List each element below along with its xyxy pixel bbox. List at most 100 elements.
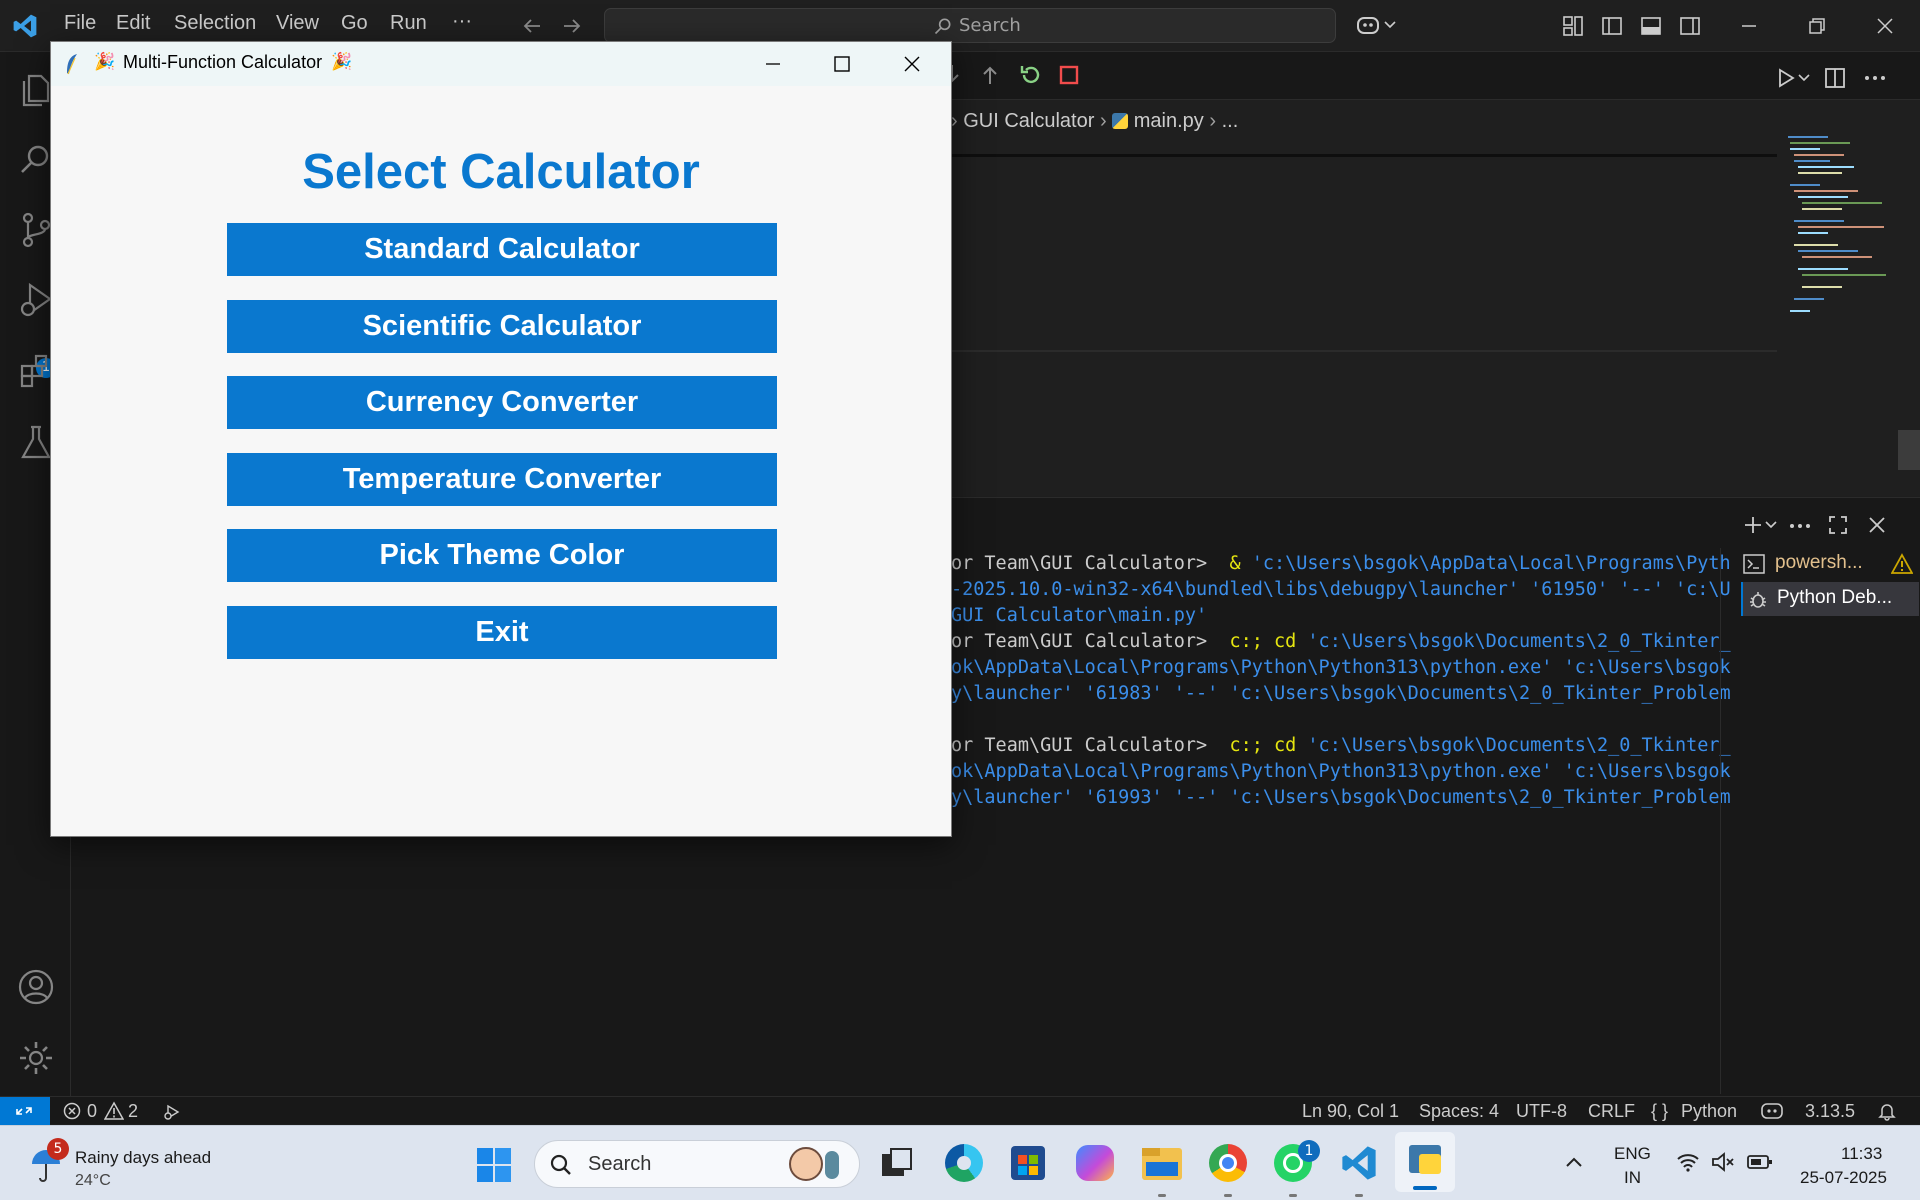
menu-go[interactable]: Go: [341, 12, 368, 35]
breadcrumb-separator-icon: ›: [1099, 110, 1107, 132]
scientific-calculator-button[interactable]: Scientific Calculator: [227, 300, 777, 353]
terminal-segment: &: [1229, 553, 1252, 574]
warning-status-icon[interactable]: [104, 1101, 124, 1121]
microsoft-store-icon[interactable]: [1011, 1146, 1045, 1180]
toggle-secondary-sidebar-icon[interactable]: [1679, 15, 1701, 37]
toggle-panel-icon[interactable]: [1640, 15, 1662, 37]
error-count[interactable]: 0: [87, 1101, 97, 1122]
copilot-status-icon[interactable]: [1760, 1101, 1784, 1121]
braces-icon[interactable]: { }: [1651, 1101, 1668, 1122]
run-python-file-icon[interactable]: [1775, 66, 1797, 90]
editor-scrollbar-thumb[interactable]: [1898, 430, 1920, 470]
menu-more[interactable]: ···: [452, 10, 472, 33]
panel-more-actions-icon[interactable]: [1788, 522, 1812, 530]
warning-count[interactable]: 2: [128, 1101, 138, 1122]
clock-time[interactable]: 11:33: [1841, 1144, 1882, 1164]
settings-gear-icon[interactable]: [14, 1036, 58, 1080]
input-language[interactable]: ENG: [1614, 1144, 1651, 1164]
taskbar-search[interactable]: Search: [534, 1140, 860, 1188]
file-explorer-icon[interactable]: [1142, 1148, 1182, 1180]
weather-widget[interactable]: 5 Rainy days ahead 24°C: [22, 1134, 232, 1194]
terminal-line: y\launcher' '61983' '--' 'c:\Users\bsgok…: [951, 681, 1791, 707]
app-close-icon[interactable]: [902, 54, 922, 74]
breadcrumb-folder[interactable]: GUI Calculator: [963, 110, 1094, 132]
split-editor-icon[interactable]: [1823, 66, 1847, 90]
chrome-browser-icon[interactable]: [1209, 1144, 1247, 1182]
temperature-converter-button[interactable]: Temperature Converter: [227, 453, 777, 506]
menu-file[interactable]: File: [64, 12, 96, 35]
python-version[interactable]: 3.13.5: [1805, 1101, 1855, 1122]
toggle-primary-sidebar-icon[interactable]: [1601, 15, 1623, 37]
windows-start-icon[interactable]: [476, 1147, 512, 1183]
breadcrumb-file[interactable]: main.py: [1134, 110, 1204, 132]
remote-indicator[interactable]: [0, 1097, 50, 1125]
terminal-list-label: Python Deb...: [1777, 587, 1893, 608]
calculator-app-window: 🎉 Multi-Function Calculator 🎉 Select Cal…: [50, 41, 952, 837]
warning-icon: [1891, 553, 1913, 574]
close-panel-icon[interactable]: [1866, 514, 1888, 536]
edge-browser-icon[interactable]: [945, 1144, 983, 1182]
wifi-icon[interactable]: [1676, 1152, 1700, 1172]
python-app-taskbar-button[interactable]: [1395, 1132, 1455, 1192]
menu-selection[interactable]: Selection: [174, 12, 256, 35]
copilot-chevron-icon[interactable]: [1384, 20, 1396, 30]
task-view-icon[interactable]: [880, 1146, 914, 1180]
input-region[interactable]: IN: [1624, 1168, 1641, 1188]
editor-divider: [951, 350, 1777, 352]
copilot-icon[interactable]: [1356, 13, 1384, 39]
breadcrumb-more[interactable]: ...: [1222, 110, 1239, 132]
pick-theme-color-button[interactable]: Pick Theme Color: [227, 529, 777, 582]
run-dropdown-icon[interactable]: [1798, 73, 1810, 83]
clock-date[interactable]: 25-07-2025: [1800, 1168, 1887, 1188]
app-minimize-icon[interactable]: [763, 54, 783, 74]
breadcrumb-separator-icon: ›: [1209, 110, 1217, 132]
accounts-icon[interactable]: [14, 965, 58, 1009]
feather-icon: [67, 54, 77, 75]
editor-more-actions-icon[interactable]: [1863, 74, 1887, 82]
close-icon[interactable]: [1874, 15, 1896, 37]
maximize-panel-icon[interactable]: [1827, 514, 1849, 536]
app-titlebar[interactable]: 🎉 Multi-Function Calculator 🎉: [51, 42, 951, 86]
error-icon[interactable]: [63, 1102, 81, 1120]
search-highlight-icon: [825, 1151, 839, 1179]
restore-icon[interactable]: [1806, 15, 1828, 37]
app-maximize-icon[interactable]: [832, 54, 852, 74]
indentation[interactable]: Spaces: 4: [1419, 1101, 1499, 1122]
menu-run[interactable]: Run: [390, 12, 427, 35]
debug-status-icon[interactable]: [162, 1102, 182, 1122]
terminal-list-item-powershell[interactable]: powersh...: [1741, 548, 1919, 580]
exit-button[interactable]: Exit: [227, 606, 777, 659]
new-terminal-icon[interactable]: [1742, 514, 1764, 536]
encoding[interactable]: UTF-8: [1516, 1101, 1567, 1122]
show-hidden-icons-icon[interactable]: [1564, 1154, 1584, 1170]
language-mode[interactable]: Python: [1681, 1101, 1737, 1122]
terminal-line: GUI Calculator\main.py': [951, 603, 1791, 629]
minimap[interactable]: [1778, 136, 1888, 326]
terminal-line: or Team\GUI Calculator> c:; cd 'c:\Users…: [951, 629, 1791, 655]
debug-stop-icon[interactable]: [1057, 63, 1081, 87]
terminal-segment: y\launcher' '61993' '--' 'c:\Users\bsgok…: [951, 787, 1731, 808]
notifications-bell-icon[interactable]: [1877, 1101, 1897, 1121]
back-arrow-icon[interactable]: [520, 14, 544, 38]
currency-converter-button[interactable]: Currency Converter: [227, 376, 777, 429]
command-center-search[interactable]: Search: [604, 8, 1336, 43]
menu-view[interactable]: View: [276, 12, 319, 35]
minimize-icon[interactable]: [1738, 15, 1760, 37]
customize-layout-icon[interactable]: [1562, 15, 1584, 37]
volume-muted-icon[interactable]: [1710, 1152, 1736, 1172]
terminal-list-item-python-debug[interactable]: Python Deb...: [1741, 582, 1919, 616]
vscode-taskbar-icon[interactable]: [1340, 1144, 1378, 1182]
forward-arrow-icon[interactable]: [560, 14, 584, 38]
debug-restart-icon[interactable]: [1018, 62, 1044, 88]
terminal-line: ok\AppData\Local\Programs\Python\Python3…: [951, 759, 1791, 785]
breadcrumb: › GUI Calculator › main.py › ...: [951, 110, 1238, 134]
terminal-output[interactable]: or Team\GUI Calculator> & 'c:\Users\bsgo…: [951, 551, 1791, 821]
terminal-dropdown-icon[interactable]: [1765, 520, 1777, 530]
standard-calculator-button[interactable]: Standard Calculator: [227, 223, 777, 276]
copilot-app-icon[interactable]: [1076, 1145, 1114, 1181]
line-ending[interactable]: CRLF: [1588, 1101, 1635, 1122]
debug-step-out-icon[interactable]: [978, 62, 1002, 88]
cursor-position[interactable]: Ln 90, Col 1: [1302, 1101, 1399, 1122]
menu-edit[interactable]: Edit: [116, 12, 150, 35]
battery-icon[interactable]: [1746, 1152, 1774, 1172]
